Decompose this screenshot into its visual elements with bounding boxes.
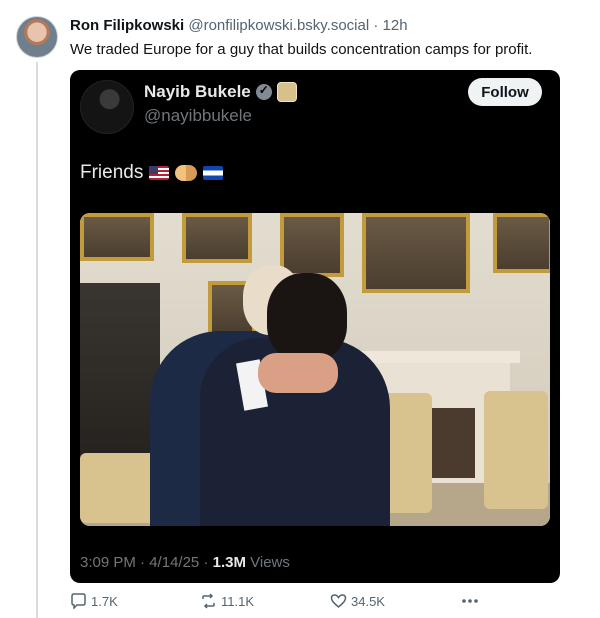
embed-photo bbox=[80, 213, 550, 526]
embed-time: 3:09 PM bbox=[80, 554, 136, 571]
reply-icon bbox=[71, 593, 86, 609]
author-handle[interactable]: @ronfilipkowski.bsky.social bbox=[188, 17, 369, 34]
chair bbox=[484, 391, 548, 509]
person-right-head bbox=[267, 273, 347, 361]
embed-author-name: Nayib Bukele bbox=[144, 82, 251, 101]
post-time[interactable]: 12h bbox=[383, 17, 408, 34]
painting bbox=[182, 213, 252, 263]
more-button[interactable] bbox=[460, 593, 480, 609]
follow-button: Follow bbox=[468, 78, 542, 106]
like-button[interactable]: 34.5K bbox=[330, 593, 385, 609]
reply-button[interactable]: 1.7K bbox=[70, 593, 118, 609]
repost-icon bbox=[202, 593, 215, 609]
handshake-icon bbox=[175, 165, 198, 181]
embed-date: 4/14/25 bbox=[149, 554, 200, 571]
el-salvador-flag-icon bbox=[203, 166, 224, 180]
post-actions: 1.7K 11.1K 34.5K bbox=[70, 593, 480, 615]
embed-views-count: 1.3M bbox=[212, 554, 246, 571]
embed-text-row: Friends bbox=[80, 162, 224, 184]
repost-count: 11.1K bbox=[221, 593, 255, 609]
mantle bbox=[350, 351, 520, 363]
painting bbox=[280, 213, 344, 277]
like-count: 34.5K bbox=[351, 593, 385, 609]
embed-meta-dot: · bbox=[203, 554, 209, 571]
embed-avatar bbox=[80, 80, 134, 134]
embed-text: Friends bbox=[80, 162, 144, 183]
affiliation-badge-icon bbox=[276, 82, 297, 102]
author-name[interactable]: Ron Filipkowski bbox=[70, 17, 184, 34]
post-header: Ron Filipkowski @ronfilipkowski.bsky.soc… bbox=[70, 16, 408, 36]
post-text: We traded Europe for a guy that builds c… bbox=[70, 41, 533, 58]
reply-count: 1.7K bbox=[91, 593, 118, 609]
embedded-tweet-screenshot[interactable]: Nayib Bukele @nayibbukele Follow Friends bbox=[70, 70, 560, 583]
hand-on-shoulder bbox=[258, 353, 338, 393]
painting bbox=[362, 213, 470, 293]
embed-meta: 3:09 PM · 4/14/25 · 1.3M Views bbox=[80, 554, 290, 571]
us-flag-icon bbox=[149, 166, 170, 180]
more-icon bbox=[462, 599, 478, 603]
repost-button[interactable]: 11.1K bbox=[200, 593, 254, 609]
painting bbox=[493, 213, 550, 273]
author-avatar[interactable] bbox=[16, 16, 58, 58]
embed-author-handle: @nayibbukele bbox=[144, 106, 252, 125]
embed-views-label: Views bbox=[250, 554, 290, 571]
painting bbox=[80, 213, 154, 261]
embed-name-row: Nayib Bukele bbox=[144, 82, 297, 102]
like-icon bbox=[330, 594, 347, 609]
verified-icon bbox=[255, 83, 272, 100]
header-separator: · bbox=[373, 17, 379, 34]
embed-meta-dot: · bbox=[140, 554, 146, 571]
thread-line bbox=[36, 62, 38, 618]
